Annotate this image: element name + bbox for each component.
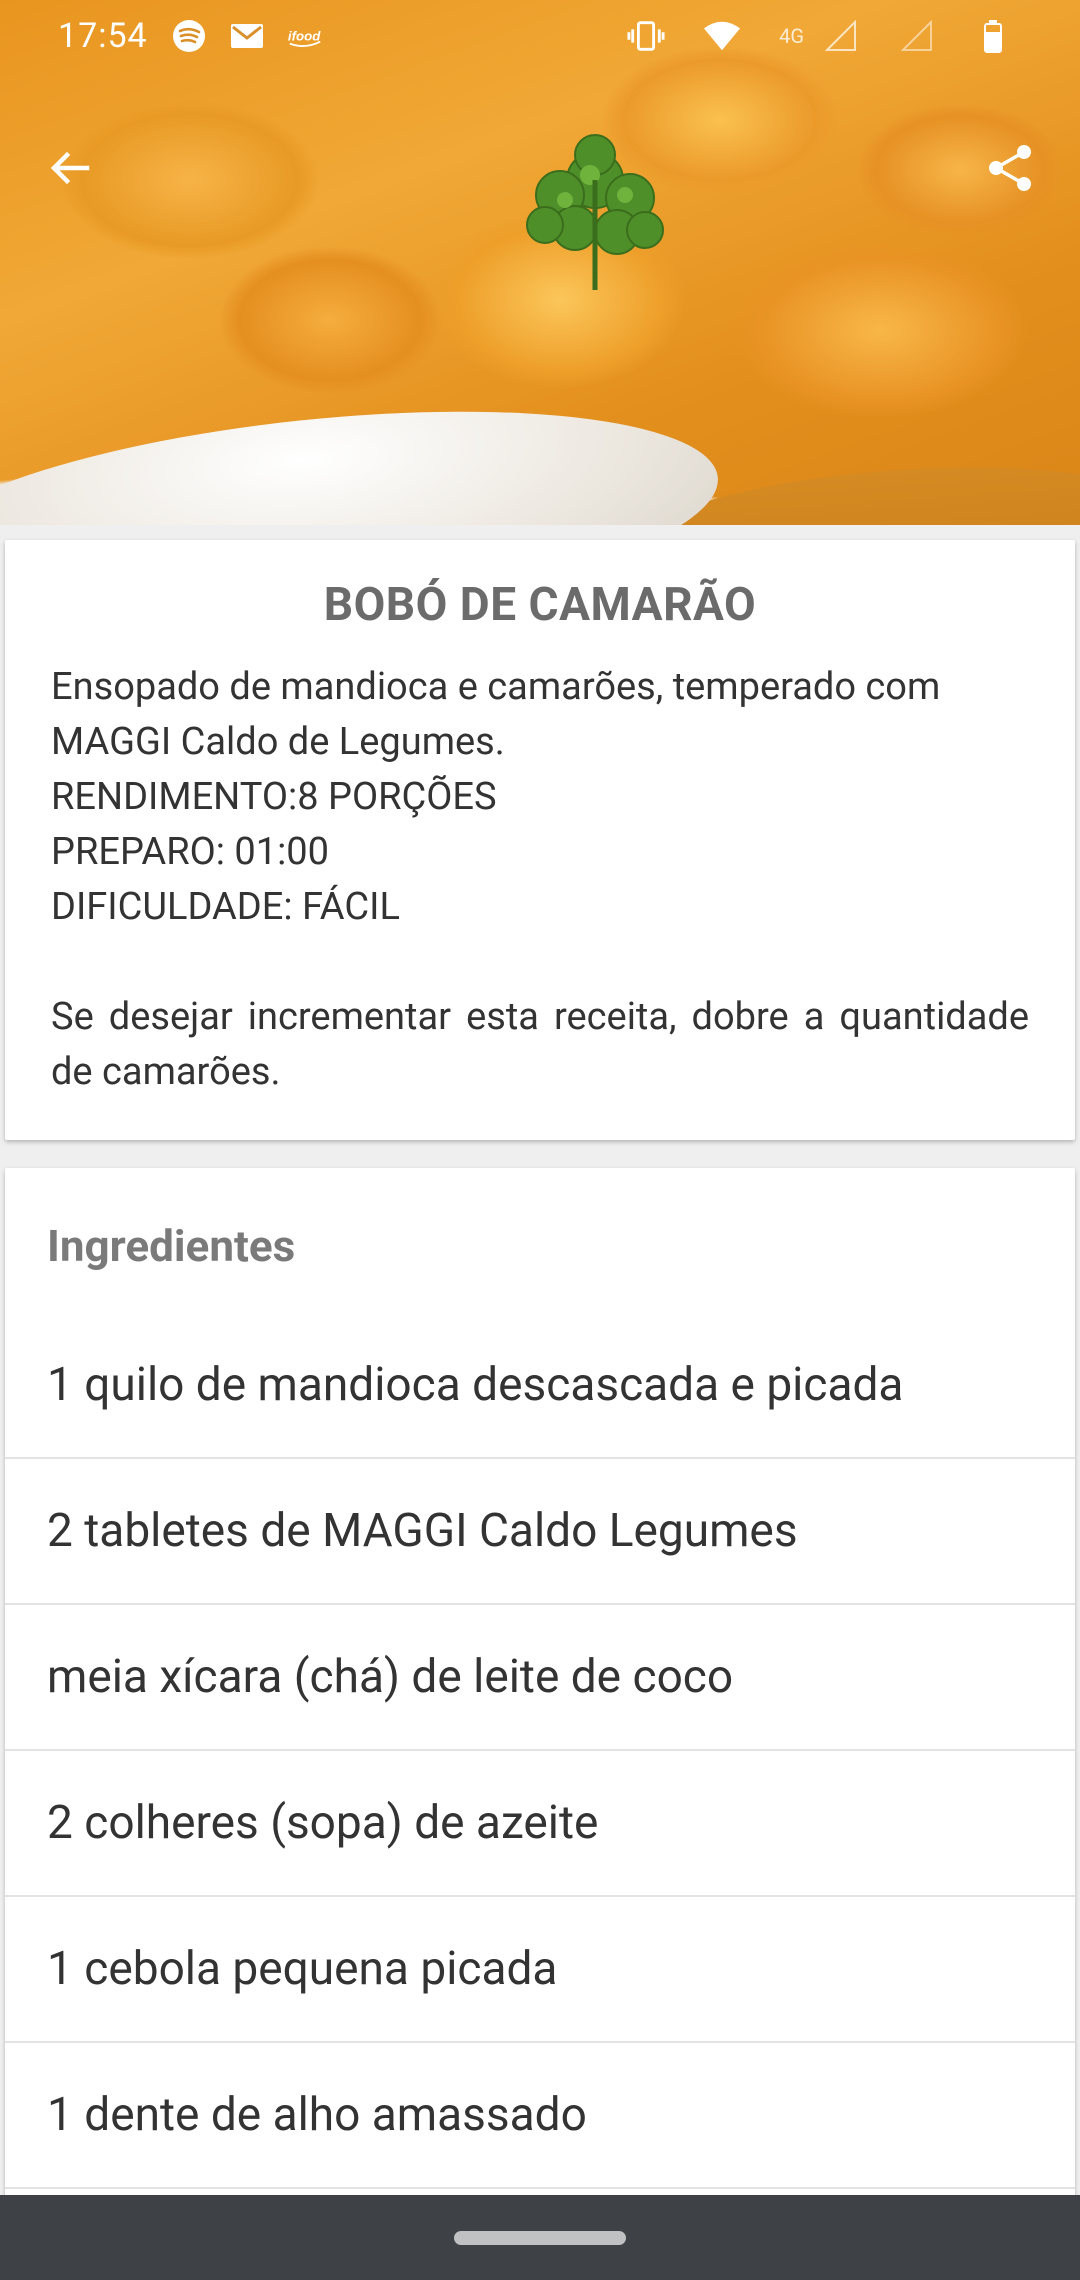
recipe-yield: RENDIMENTO:8 PORÇÕES [51, 775, 497, 819]
cilantro-garnish [526, 134, 664, 290]
recipe-tip: Se desejar incrementar esta receita, dob… [51, 995, 1029, 1094]
ingredient-item[interactable]: meia xícara (chá) de leite de coco [5, 1605, 1075, 1751]
vibrate-icon [627, 17, 665, 55]
recipe-difficulty: DIFICULDADE: FÁCIL [51, 885, 400, 929]
battery-icon [974, 17, 1012, 55]
recipe-description-block: Ensopado de mandioca e camarões, tempera… [51, 660, 1029, 1100]
ingredient-item[interactable]: 2 colheres (sopa) de azeite [5, 1751, 1075, 1897]
recipe-photo [0, 0, 1080, 525]
share-button[interactable] [970, 128, 1050, 208]
ingredients-header: Ingredientes [47, 1219, 296, 1272]
recipe-prep-time: PREPARO: 01:00 [51, 830, 330, 874]
status-bar: 17:54 ifood 4G [0, 0, 1080, 72]
spotify-icon [170, 17, 208, 55]
back-button[interactable] [30, 128, 110, 208]
recipe-title: BOBÓ DE CAMARÃO [323, 578, 757, 632]
svg-text:ifood: ifood [288, 29, 321, 44]
gmail-icon [228, 17, 266, 55]
ingredient-item[interactable]: 1 dente de alho amassado [5, 2043, 1075, 2189]
wifi-icon [703, 17, 741, 55]
system-nav-bar [0, 2195, 1080, 2280]
signal-icon [822, 17, 860, 55]
network-type-label: 4G [779, 24, 804, 48]
recipe-info-card: BOBÓ DE CAMARÃO Ensopado de mandioca e c… [5, 540, 1075, 1140]
ingredient-item[interactable]: 1 quilo de mandioca descascada e picada [5, 1313, 1075, 1459]
status-time: 17:54 [58, 16, 148, 56]
ingredients-card: Ingredientes 1 quilo de mandioca descasc… [5, 1168, 1075, 2198]
ingredient-item[interactable]: 1 cebola pequena picada [5, 1897, 1075, 2043]
signal-empty-icon [898, 17, 936, 55]
recipe-description: Ensopado de mandioca e camarões, tempera… [51, 665, 941, 764]
ingredient-item[interactable]: 2 tabletes de MAGGI Caldo Legumes [5, 1459, 1075, 1605]
home-gesture-handle[interactable] [454, 2230, 626, 2245]
share-icon [989, 145, 1031, 191]
ingredients-list: 1 quilo de mandioca descascada e picada … [5, 1313, 1075, 2189]
ifood-icon: ifood [286, 17, 324, 55]
arrow-back-icon [50, 151, 90, 185]
